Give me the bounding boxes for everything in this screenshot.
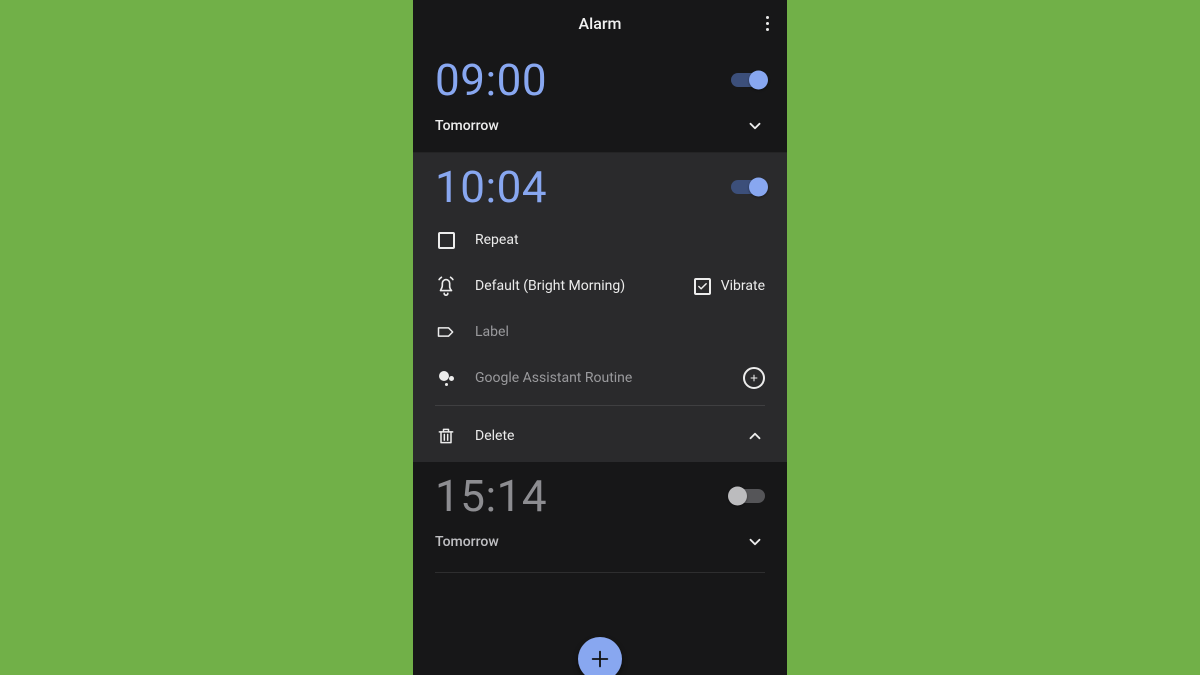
- google-assistant-icon: [435, 367, 457, 389]
- bell-ring-icon: [435, 275, 457, 297]
- add-alarm-fab[interactable]: [578, 637, 622, 675]
- alarm-schedule-label: Tomorrow: [435, 534, 499, 550]
- alarm-expand-row[interactable]: Tomorrow: [435, 102, 765, 152]
- phone-frame: Alarm 09:00 Tomorrow 10:04: [413, 0, 787, 675]
- overflow-menu-button[interactable]: [757, 13, 777, 33]
- checkbox-checked-icon: [694, 278, 711, 295]
- repeat-label: Repeat: [475, 232, 519, 248]
- vibrate-label: Vibrate: [721, 278, 765, 294]
- delete-label: Delete: [475, 428, 514, 444]
- add-circle-icon: [743, 367, 765, 389]
- app-bar: Alarm: [413, 0, 787, 46]
- alarm-card-expanded: 10:04 Repeat: [413, 153, 787, 462]
- alarm-time[interactable]: 09:00: [435, 58, 547, 102]
- alarm-expand-row[interactable]: Tomorrow: [435, 518, 765, 568]
- plus-icon: [589, 648, 611, 670]
- divider: [435, 405, 765, 406]
- chevron-down-icon: [745, 532, 765, 552]
- assistant-label: Google Assistant Routine: [475, 370, 632, 386]
- label-icon: [435, 321, 457, 343]
- repeat-row[interactable]: Repeat: [435, 217, 765, 263]
- alarm-toggle[interactable]: [731, 73, 765, 87]
- checkbox-unchecked-icon: [438, 232, 455, 249]
- vibrate-row[interactable]: Vibrate: [694, 278, 765, 295]
- trash-icon: [435, 425, 457, 447]
- page-title: Alarm: [579, 14, 622, 33]
- label-row[interactable]: Label: [435, 309, 765, 355]
- label-text: Label: [475, 324, 509, 340]
- sound-label: Default (Bright Morning): [475, 278, 625, 294]
- alarm-time[interactable]: 10:04: [435, 165, 547, 209]
- sound-row[interactable]: Default (Bright Morning): [435, 275, 625, 297]
- alarm-toggle[interactable]: [731, 489, 765, 503]
- delete-row[interactable]: Delete: [435, 425, 514, 447]
- alarm-time[interactable]: 15:14: [435, 474, 547, 518]
- alarm-card: 15:14 Tomorrow: [413, 462, 787, 573]
- divider: [435, 572, 765, 573]
- assistant-row[interactable]: Google Assistant Routine: [435, 355, 765, 401]
- chevron-down-icon: [745, 116, 765, 136]
- alarm-card: 09:00 Tomorrow: [413, 46, 787, 153]
- alarm-schedule-label: Tomorrow: [435, 118, 499, 134]
- alarm-toggle[interactable]: [731, 180, 765, 194]
- more-vert-icon: [766, 16, 769, 19]
- chevron-up-icon[interactable]: [745, 426, 765, 446]
